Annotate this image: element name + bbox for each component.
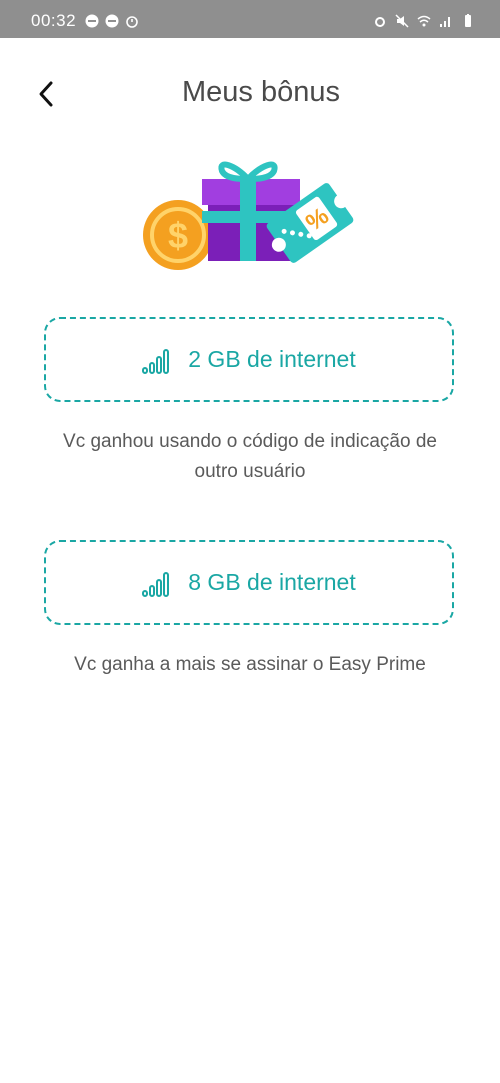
wifi-icon (417, 15, 431, 27)
gift-bonus-illustration: $ % (143, 161, 354, 270)
bonus-card-8gb: 8 GB de internet (44, 540, 454, 625)
page-title: Meus bônus (182, 76, 340, 108)
alarm-icon (375, 17, 385, 27)
bonus-label: 2 GB de internet (188, 346, 356, 372)
bonus-description: Vc ganha a mais se assinar o Easy Prime (74, 654, 426, 675)
status-time: 00:32 (31, 11, 77, 30)
signal-bars-icon (142, 571, 170, 597)
vivo-badge-icon (105, 14, 119, 28)
timer-icon (126, 16, 138, 28)
status-right-icons (373, 14, 475, 28)
mute-icon (395, 14, 409, 28)
bonus-description: Vc ganhou usando o código de indicação d… (63, 431, 437, 482)
battery-icon (465, 14, 471, 27)
status-bar: 00:32 (0, 0, 500, 38)
signal-icon (440, 17, 450, 27)
svg-text:$: $ (168, 215, 188, 256)
do-not-disturb-icon (85, 14, 99, 28)
bonus-label: 8 GB de internet (188, 569, 356, 595)
signal-bars-icon (142, 348, 170, 374)
coin-icon: $ (143, 200, 213, 270)
bonus-card-2gb: 2 GB de internet (44, 317, 454, 402)
status-left-icons (85, 14, 139, 28)
